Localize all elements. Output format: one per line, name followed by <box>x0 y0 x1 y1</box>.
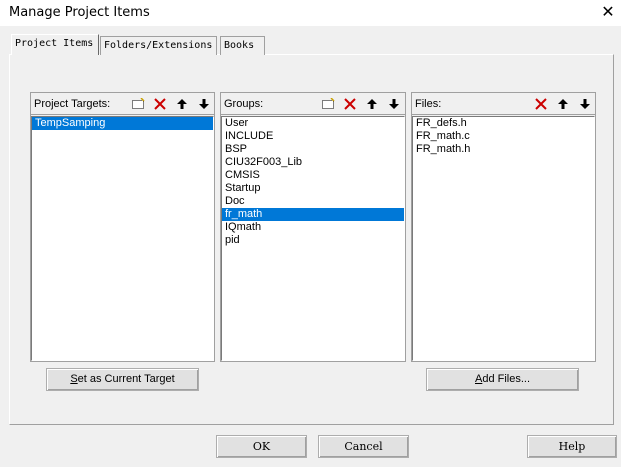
list-item[interactable]: IQmath <box>222 221 404 234</box>
list-item[interactable]: CIU32F003_Lib <box>222 156 404 169</box>
groups-list[interactable]: User INCLUDE BSP CIU32F003_Lib CMSIS Startup D… <box>221 116 405 361</box>
set-target-accel: S <box>70 373 78 385</box>
delete-icon <box>534 97 547 110</box>
list-item[interactable]: FR_math.c <box>413 130 594 143</box>
add-files-label-rest: dd Files... <box>482 373 531 385</box>
move-up-icon <box>557 98 568 109</box>
delete-group-button[interactable] <box>339 94 360 113</box>
title-bar: Manage Project Items ✕ <box>0 0 621 26</box>
add-files-button[interactable]: Add Files... <box>426 368 579 391</box>
tab-project-items[interactable]: Project Items <box>11 34 99 55</box>
list-item[interactable]: Doc <box>222 195 404 208</box>
new-group-button[interactable] <box>317 94 338 113</box>
new-target-button[interactable] <box>127 94 148 113</box>
groups-header: Groups: <box>221 93 405 115</box>
move-up-icon <box>176 98 187 109</box>
files-header: Files: <box>412 93 595 115</box>
cancel-button[interactable]: Cancel <box>318 435 409 458</box>
window-title: Manage Project Items <box>9 5 150 20</box>
list-item[interactable]: CMSIS <box>222 169 404 182</box>
delete-target-button[interactable] <box>149 94 170 113</box>
move-down-icon <box>579 98 590 109</box>
move-target-up-button[interactable] <box>171 94 192 113</box>
ok-button[interactable]: OK <box>216 435 307 458</box>
help-button[interactable]: Help <box>527 435 617 458</box>
list-item[interactable]: FR_defs.h <box>413 117 594 130</box>
list-item[interactable]: TempSamping <box>32 117 213 130</box>
list-item[interactable]: BSP <box>222 143 404 156</box>
move-group-up-button[interactable] <box>361 94 382 113</box>
list-item[interactable]: fr_math <box>222 208 404 221</box>
delete-icon <box>153 97 166 110</box>
delete-icon <box>343 97 356 110</box>
move-up-icon <box>366 98 377 109</box>
tab-books[interactable]: Books <box>220 36 265 55</box>
files-listbox: Files: FR_defs.h FR_math.c FR_math.h <box>411 92 596 362</box>
list-item[interactable]: Startup <box>222 182 404 195</box>
set-target-label-rest: et as Current Target <box>77 373 175 385</box>
move-group-down-button[interactable] <box>383 94 404 113</box>
list-item[interactable]: INCLUDE <box>222 130 404 143</box>
files-label: Files: <box>415 98 442 110</box>
close-icon[interactable]: ✕ <box>597 2 619 24</box>
new-item-icon <box>131 97 145 109</box>
groups-listbox: Groups: User INCLUDE BSP CIU32F003_Lib CMSIS… <box>220 92 406 362</box>
set-as-current-target-button[interactable]: Set as Current Target <box>46 368 199 391</box>
list-item[interactable]: User <box>222 117 404 130</box>
move-down-icon <box>198 98 209 109</box>
tab-folders-extensions[interactable]: Folders/Extensions <box>100 36 217 55</box>
project-targets-list[interactable]: TempSamping <box>31 116 214 361</box>
delete-file-button[interactable] <box>530 94 551 113</box>
project-targets-label: Project Targets: <box>34 98 111 110</box>
list-item[interactable]: pid <box>222 234 404 247</box>
project-targets-listbox: Project Targets: TempSamping <box>30 92 215 362</box>
new-item-icon <box>321 97 335 109</box>
move-file-down-button[interactable] <box>574 94 595 113</box>
move-down-icon <box>388 98 399 109</box>
list-item[interactable]: FR_math.h <box>413 143 594 156</box>
move-target-down-button[interactable] <box>193 94 214 113</box>
move-file-up-button[interactable] <box>552 94 573 113</box>
project-targets-header: Project Targets: <box>31 93 214 115</box>
groups-label: Groups: <box>224 98 264 110</box>
files-list[interactable]: FR_defs.h FR_math.c FR_math.h <box>412 116 595 361</box>
